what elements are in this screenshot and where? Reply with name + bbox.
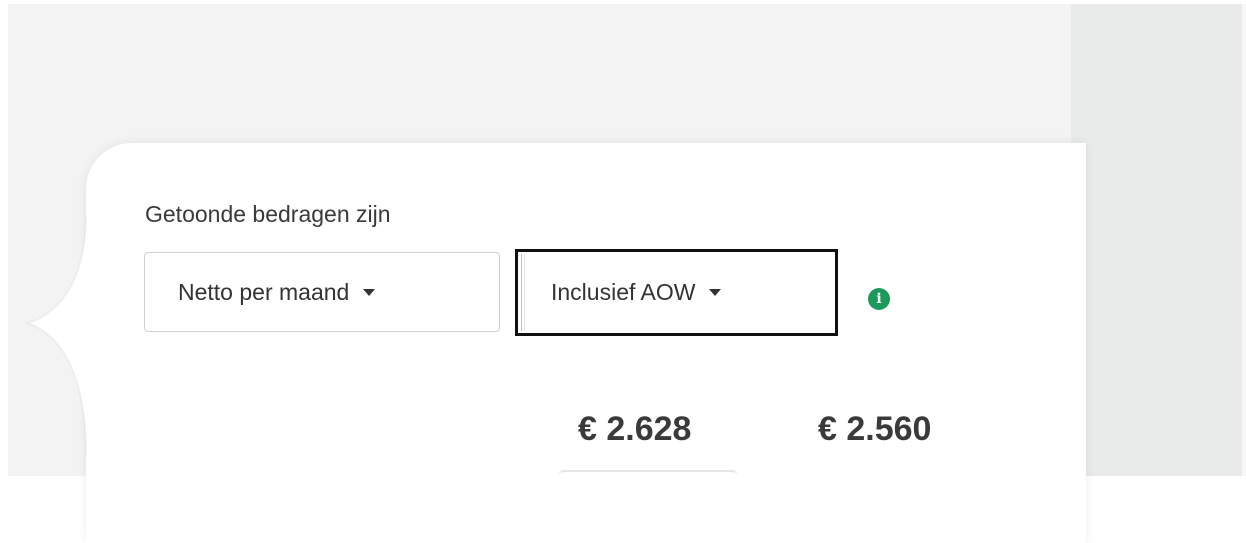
caret-down-icon — [709, 289, 722, 296]
period-dropdown[interactable]: Netto per maand — [144, 252, 500, 332]
aow-dropdown[interactable]: Inclusief AOW — [515, 249, 838, 336]
card-notch — [24, 215, 108, 455]
right-edge — [1242, 4, 1246, 476]
right-panel — [1071, 4, 1242, 476]
amount-value-2: € 2.560 — [818, 410, 932, 448]
column-tab-hint — [558, 470, 738, 478]
info-icon[interactable]: i — [868, 288, 890, 310]
caret-down-icon — [363, 288, 376, 296]
period-dropdown-value: Netto per maand — [178, 278, 350, 305]
focus-inner-edge — [521, 254, 525, 331]
aow-dropdown-value: Inclusief AOW — [551, 279, 696, 305]
amounts-shown-label: Getoonde bedragen zijn — [145, 201, 391, 227]
amount-value-1: € 2.628 — [578, 410, 692, 448]
